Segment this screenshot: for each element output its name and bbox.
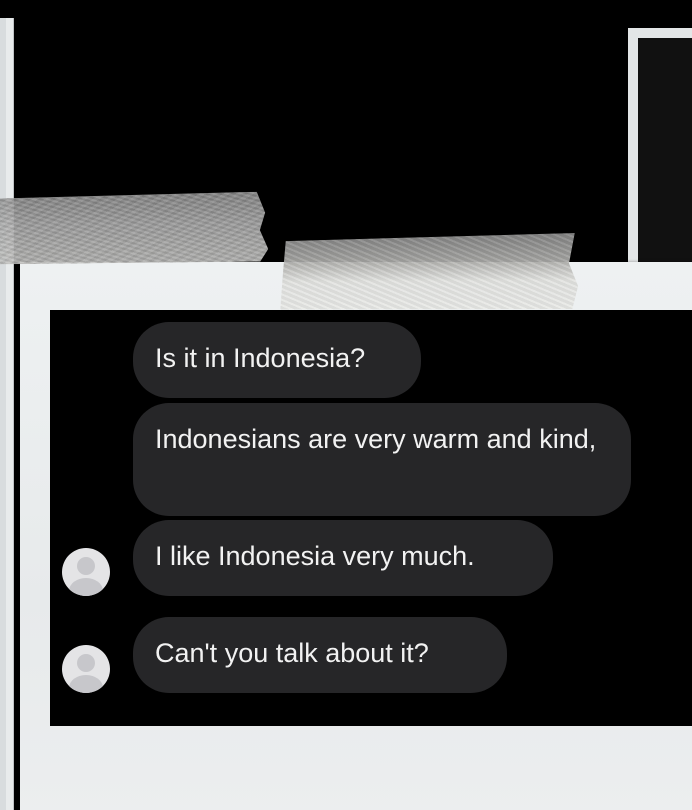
user-avatar-icon[interactable] — [62, 645, 110, 693]
message-text: Can't you talk about it? — [155, 638, 429, 668]
message-bubble[interactable]: I like Indonesia very much. — [133, 520, 553, 596]
message-bubble[interactable]: Is it in Indonesia? — [133, 322, 421, 398]
left-polaroid-frame — [0, 18, 14, 810]
message-text: Indonesians are very warm and kind, — [155, 424, 597, 454]
avatar-head — [77, 557, 95, 575]
message-text: Is it in Indonesia? — [155, 343, 366, 373]
right-polaroid-photo — [638, 38, 692, 278]
avatar-head — [77, 654, 95, 672]
tape-strip-center — [280, 233, 579, 311]
avatar-body — [69, 675, 103, 693]
collage-stage: Is it in Indonesia? Indonesians are very… — [0, 0, 692, 810]
user-avatar-icon[interactable] — [62, 548, 110, 596]
right-polaroid-frame — [628, 28, 692, 278]
message-bubble[interactable]: Indonesians are very warm and kind, — [133, 403, 631, 516]
left-frame-edge — [0, 18, 6, 810]
avatar-body — [69, 578, 103, 596]
message-bubble[interactable]: Can't you talk about it? — [133, 617, 507, 693]
message-text: I like Indonesia very much. — [155, 541, 475, 571]
tape-strip-left — [0, 192, 268, 265]
